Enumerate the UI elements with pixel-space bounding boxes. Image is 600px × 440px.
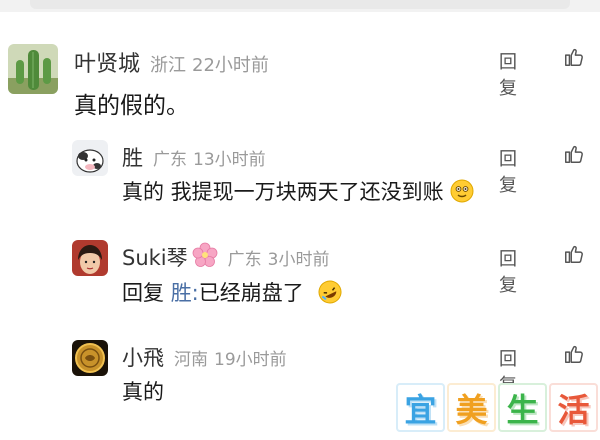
rolling-laughing-emoji-icon bbox=[318, 280, 342, 309]
comment-text: 真的 我提现一万块两天了还没到账 bbox=[122, 176, 474, 208]
reply-prefix: 回复 bbox=[122, 281, 164, 305]
mention-link[interactable]: 胜: bbox=[171, 281, 199, 305]
comment-body: 已经崩盘了 bbox=[198, 281, 304, 305]
gold-coin-avatar-image bbox=[72, 340, 108, 376]
cactus-avatar-image bbox=[8, 44, 58, 94]
top-divider-strip bbox=[0, 0, 600, 12]
username[interactable]: 叶贤城 bbox=[74, 46, 140, 78]
comment-body: 真的 我提现一万块两天了还没到账 bbox=[122, 180, 444, 204]
location: 广东 bbox=[153, 150, 187, 170]
timestamp: 19小时前 bbox=[214, 350, 287, 370]
username[interactable]: 小飛 bbox=[122, 342, 164, 372]
reply-button[interactable]: 回复 bbox=[499, 145, 517, 197]
cherry-blossom-icon bbox=[192, 242, 218, 272]
location: 河南 bbox=[174, 350, 208, 370]
portrait-avatar-image bbox=[72, 240, 108, 276]
reply-button[interactable]: 回复 bbox=[499, 245, 517, 297]
thumbs-up-icon[interactable] bbox=[563, 46, 585, 68]
watermark-char: 宜 bbox=[396, 383, 445, 432]
thumbs-up-icon[interactable] bbox=[563, 143, 585, 165]
watermark-char: 活 bbox=[549, 383, 598, 432]
avatar[interactable] bbox=[72, 140, 108, 176]
username[interactable]: 胜 bbox=[122, 142, 143, 172]
comment-text: 真的假的。 bbox=[74, 93, 189, 119]
comment-header: 叶贤城 浙江 22小时前 bbox=[74, 46, 269, 78]
comment-header: 小飛 河南 19小时前 bbox=[122, 342, 287, 372]
smiling-face-emoji-icon bbox=[450, 179, 474, 208]
watermark-char: 生 bbox=[498, 383, 547, 432]
comment-text: 真的 bbox=[122, 380, 164, 404]
location: 广东 bbox=[227, 250, 262, 270]
timestamp: 3小时前 bbox=[267, 250, 330, 270]
avatar[interactable] bbox=[72, 240, 108, 276]
avatar[interactable] bbox=[8, 44, 58, 94]
timestamp: 22小时前 bbox=[192, 55, 269, 76]
thumbs-up-icon[interactable] bbox=[563, 343, 585, 365]
comment-header: 胜 广东 13小时前 bbox=[122, 142, 266, 172]
comment-header: Suki琴 广东 3小时前 bbox=[122, 242, 329, 272]
cartoon-cow-avatar-image bbox=[72, 140, 108, 176]
top-divider-inner bbox=[30, 0, 570, 9]
reply-button[interactable]: 回复 bbox=[499, 48, 517, 100]
avatar[interactable] bbox=[72, 340, 108, 376]
location: 浙江 bbox=[150, 55, 187, 76]
timestamp: 13小时前 bbox=[193, 150, 266, 170]
watermark-char: 美 bbox=[447, 383, 496, 432]
comment-text: 回复 胜:已经崩盘了 bbox=[122, 277, 342, 309]
thumbs-up-icon[interactable] bbox=[563, 243, 585, 265]
username[interactable]: Suki琴 bbox=[122, 242, 188, 272]
watermark-logo: 宜 美 生 活 bbox=[396, 383, 598, 432]
